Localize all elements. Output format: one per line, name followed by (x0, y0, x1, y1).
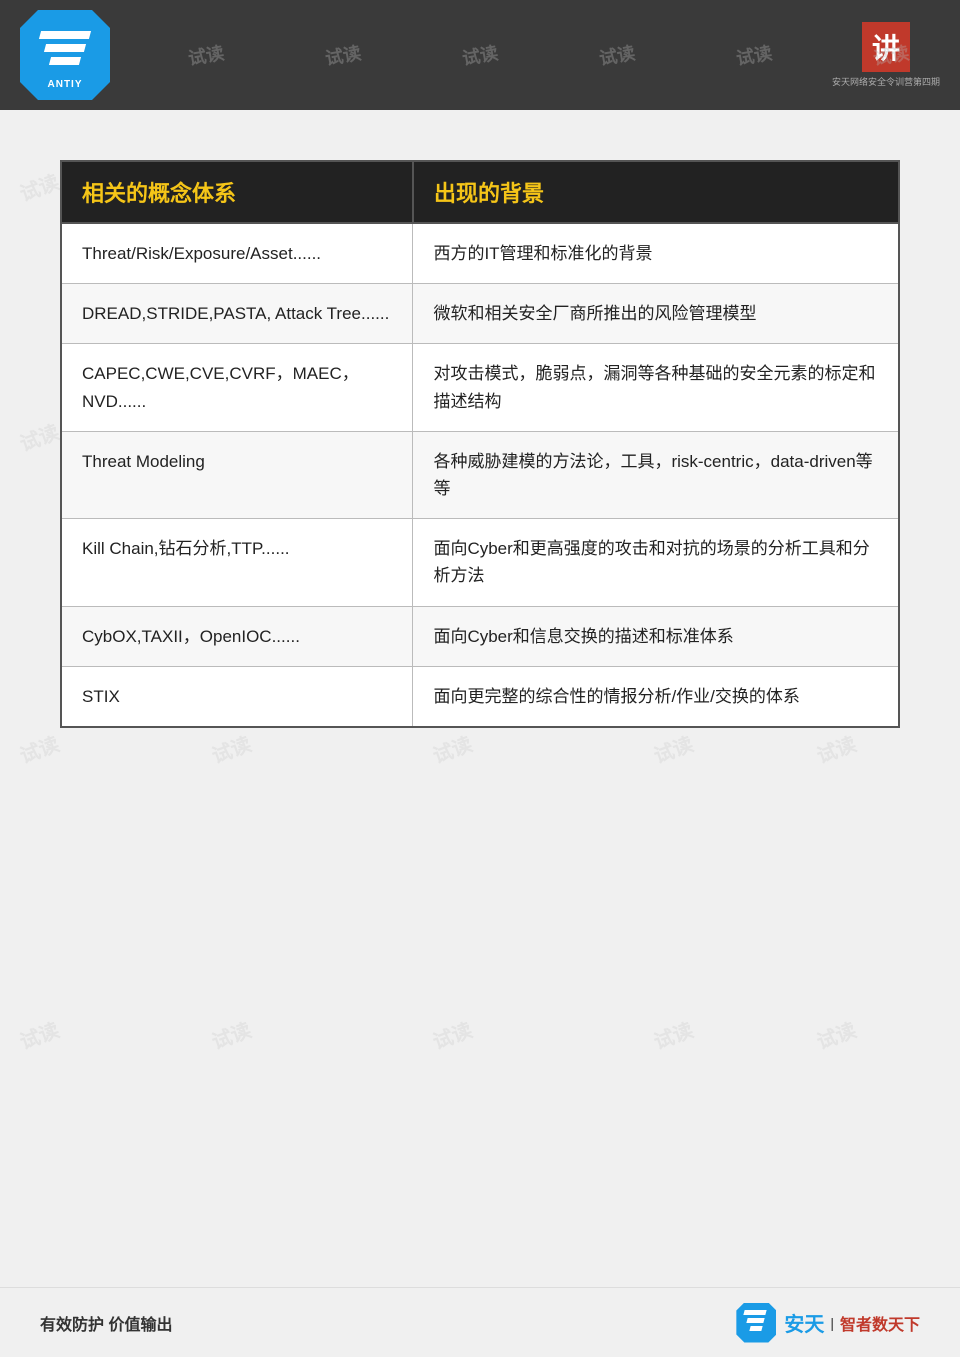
cell-right-4: 面向Cyber和更高强度的攻击和对抗的场景的分析工具和分析方法 (413, 519, 899, 606)
cell-right-2: 对攻击模式，脆弱点，漏洞等各种基础的安全元素的标定和描述结构 (413, 344, 899, 431)
header-badge: 讲 (862, 22, 910, 72)
footer-divider: | (830, 1315, 834, 1331)
cell-right-1: 微软和相关安全厂商所推出的风险管理模型 (413, 284, 899, 344)
col-header-left: 相关的概念体系 (61, 161, 413, 223)
wm-4: 试读 (460, 39, 500, 71)
footer-stripe-1 (743, 1310, 766, 1315)
header-right: 讲 安天网络安全令训营第四期 (832, 22, 940, 88)
cell-right-5: 面向Cyber和信息交换的描述和标准体系 (413, 606, 899, 666)
body-wm-17: 试读 (207, 1014, 255, 1055)
footer-stripe-2 (746, 1318, 764, 1323)
logo-stripes (35, 21, 95, 76)
col-header-right: 出现的背景 (413, 161, 899, 223)
footer-stripe-3 (749, 1326, 762, 1331)
header-watermarks: 试读 试读 试读 试读 试读 试读 试读 (0, 0, 960, 110)
logo-antiy-text: ANTIY (48, 79, 83, 90)
table-row-0: Threat/Risk/Exposure/Asset......西方的IT管理和… (61, 223, 899, 284)
cell-left-1: DREAD,STRIDE,PASTA, Attack Tree...... (61, 284, 413, 344)
antiy-logo: ANTIY (20, 10, 110, 100)
footer-brand: 安天 | 智者数天下 (736, 1303, 920, 1343)
wm-6: 试读 (734, 39, 774, 71)
cell-right-0: 西方的IT管理和标准化的背景 (413, 223, 899, 284)
body-wm-16: 试读 (15, 1014, 63, 1055)
table-row-5: CybOX,TAXII，OpenIOC......面向Cyber和信息交换的描述… (61, 606, 899, 666)
cell-left-0: Threat/Risk/Exposure/Asset...... (61, 223, 413, 284)
table-row-3: Threat Modeling各种威胁建模的方法论，工具，risk-centri… (61, 431, 899, 518)
body-wm-18: 试读 (428, 1014, 476, 1055)
footer-logo-icon (736, 1303, 776, 1343)
footer-slogan: 有效防护 价值输出 (40, 1311, 172, 1335)
body-wm-20: 试读 (812, 1014, 860, 1055)
wm-3: 试读 (323, 39, 363, 71)
header-sub-text: 安天网络安全令训营第四期 (832, 75, 940, 88)
cell-left-4: Kill Chain,钻石分析,TTP...... (61, 519, 413, 606)
body-wm-19: 试读 (649, 1014, 697, 1055)
table-row-2: CAPEC,CWE,CVE,CVRF，MAEC，NVD......对攻击模式，脆… (61, 344, 899, 431)
cell-right-6: 面向更完整的综合性的情报分析/作业/交换的体系 (413, 666, 899, 727)
table-row-4: Kill Chain,钻石分析,TTP......面向Cyber和更高强度的攻击… (61, 519, 899, 606)
wm-5: 试读 (597, 39, 637, 71)
table-row-6: STIX面向更完整的综合性的情报分析/作业/交换的体系 (61, 666, 899, 727)
cell-left-3: Threat Modeling (61, 431, 413, 518)
footer-brand-name: 安天 (784, 1308, 824, 1337)
logo-stripe-1 (39, 31, 91, 39)
cell-left-6: STIX (61, 666, 413, 727)
main-content: 相关的概念体系 出现的背景 Threat/Risk/Exposure/Asset… (0, 110, 960, 768)
logo-stripe-2 (44, 44, 86, 52)
concept-table: 相关的概念体系 出现的背景 Threat/Risk/Exposure/Asset… (60, 160, 900, 728)
header: 试读 试读 试读 试读 试读 试读 试读 ANTIY 讲 安天网络安全令训营第四… (0, 0, 960, 110)
cell-left-2: CAPEC,CWE,CVE,CVRF，MAEC，NVD...... (61, 344, 413, 431)
footer-brand-sub: 智者数天下 (840, 1311, 920, 1335)
footer: 有效防护 价值输出 安天 | 智者数天下 (0, 1287, 960, 1357)
table-row-1: DREAD,STRIDE,PASTA, Attack Tree......微软和… (61, 284, 899, 344)
cell-left-5: CybOX,TAXII，OpenIOC...... (61, 606, 413, 666)
footer-logo-stripes (744, 1310, 769, 1335)
logo-stripe-3 (49, 57, 81, 65)
wm-2: 试读 (186, 39, 226, 71)
cell-right-3: 各种威胁建模的方法论，工具，risk-centric，data-driven等等 (413, 431, 899, 518)
